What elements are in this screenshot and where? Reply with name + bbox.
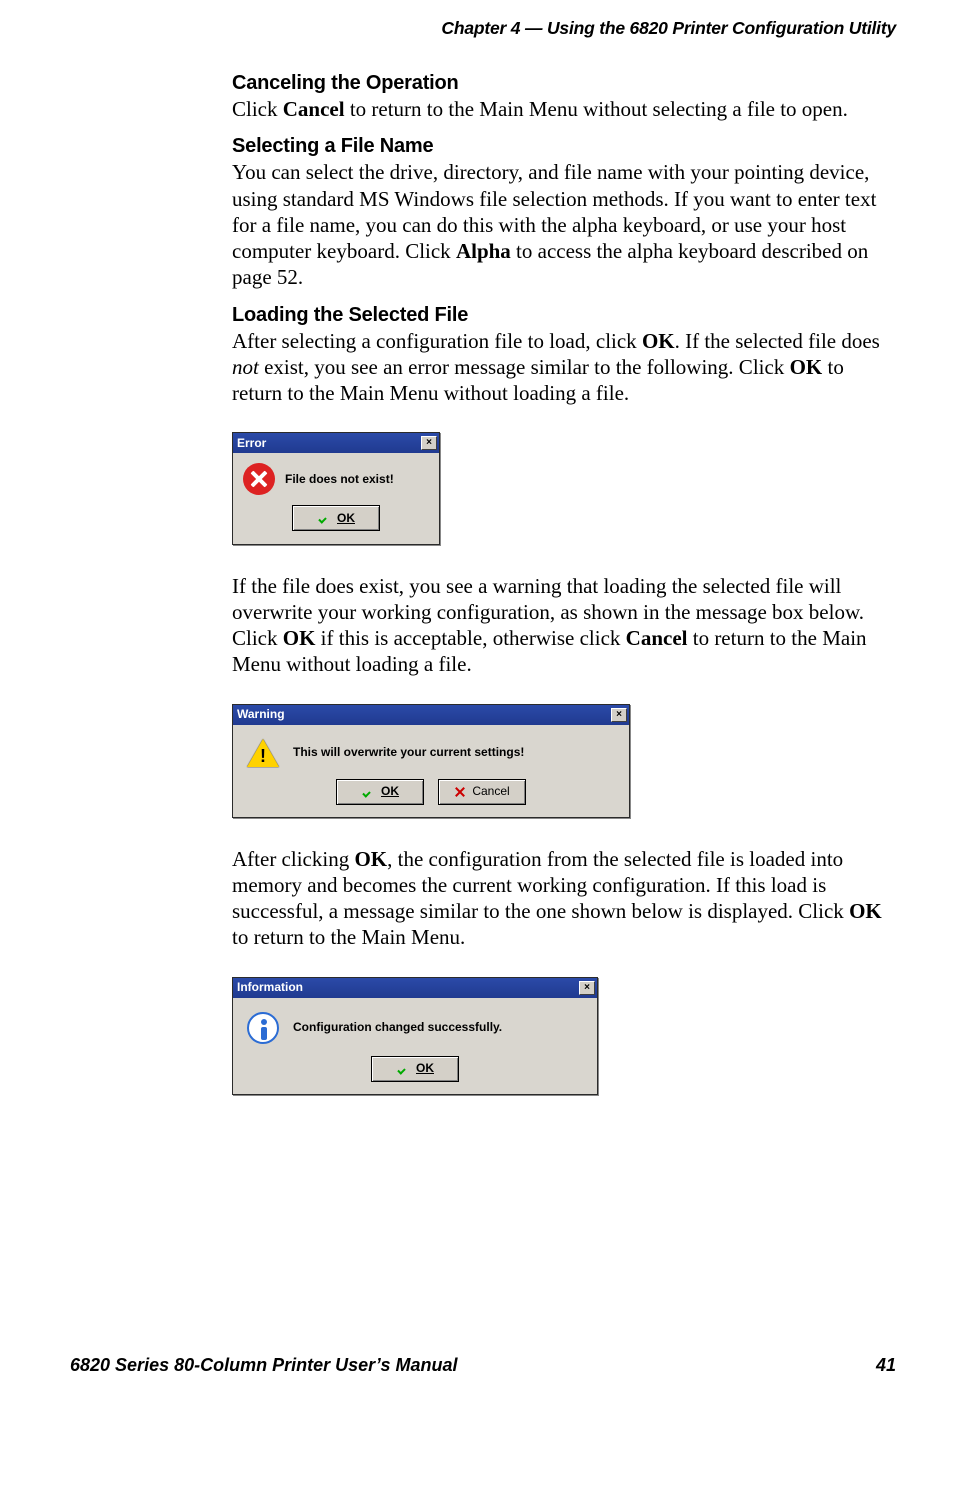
dialog-error-titlebar: Error ×	[233, 433, 439, 453]
dialog-info-buttons: OK	[233, 1052, 597, 1094]
heading-selecting-file: Selecting a File Name	[232, 134, 896, 159]
cancel-button[interactable]: Cancel	[438, 779, 526, 805]
dialog-info-titlebar: Information ×	[233, 978, 597, 998]
running-header: Chapter 4 — Using the 6820 Printer Confi…	[70, 0, 896, 65]
heading-canceling: Canceling the Operation	[232, 71, 896, 96]
dialog-error-message: File does not exist!	[285, 472, 394, 487]
document-page: Chapter 4 — Using the 6820 Printer Confi…	[0, 0, 966, 1416]
italic-not: not	[232, 355, 259, 379]
chapter-title: Using the 6820 Printer Configuration Uti…	[547, 18, 896, 38]
close-icon[interactable]: ×	[421, 436, 437, 450]
footer-title: 6820 Series 80-Column Printer User’s Man…	[70, 1355, 458, 1376]
x-icon	[454, 786, 466, 798]
para-loading-3: After clicking OK, the configuration fro…	[232, 846, 896, 951]
close-icon[interactable]: ×	[579, 981, 595, 995]
ok-button[interactable]: OK	[292, 505, 380, 531]
page-number: 41	[876, 1355, 896, 1376]
para-loading-1: After selecting a configuration file to …	[232, 328, 896, 407]
check-icon	[317, 511, 331, 525]
check-icon	[361, 785, 375, 799]
dialog-info-title: Information	[237, 980, 303, 995]
para-loading-2: If the file does exist, you see a warnin…	[232, 573, 896, 678]
dialog-info-body: Configuration changed successfully.	[233, 998, 597, 1052]
dialog-info-message: Configuration changed successfully.	[293, 1020, 502, 1035]
dialog-warning-message: This will overwrite your current setting…	[293, 745, 524, 760]
bold-cancel: Cancel	[283, 97, 345, 121]
check-icon	[396, 1062, 410, 1076]
running-footer: 6820 Series 80-Column Printer User’s Man…	[70, 1355, 896, 1376]
dialog-error: Error × File does not exist! OK	[232, 432, 440, 544]
dialog-warning: Warning × This will overwrite your curre…	[232, 704, 630, 818]
error-icon	[243, 463, 275, 495]
para-canceling: Click Cancel to return to the Main Menu …	[232, 96, 896, 122]
chapter-prefix: Chapter 4 —	[441, 18, 547, 38]
dialog-warning-titlebar: Warning ×	[233, 705, 629, 725]
dialog-warning-title: Warning	[237, 707, 285, 722]
para-selecting-file: You can select the drive, directory, and…	[232, 159, 896, 290]
info-icon	[247, 1012, 279, 1044]
dialog-error-body: File does not exist!	[233, 453, 439, 501]
ok-button[interactable]: OK	[371, 1056, 459, 1082]
close-icon[interactable]: ×	[611, 708, 627, 722]
dialog-warning-body: This will overwrite your current setting…	[233, 725, 629, 775]
dialog-info: Information × Configuration changed succ…	[232, 977, 598, 1095]
dialog-warning-buttons: OK Cancel	[233, 775, 629, 817]
dialog-error-title: Error	[237, 436, 266, 451]
bold-alpha: Alpha	[456, 239, 511, 263]
ok-button[interactable]: OK	[336, 779, 424, 805]
dialog-error-buttons: OK	[233, 501, 439, 543]
heading-loading-file: Loading the Selected File	[232, 303, 896, 328]
body-content: Canceling the Operation Click Cancel to …	[232, 71, 896, 1105]
warning-icon	[247, 739, 279, 767]
